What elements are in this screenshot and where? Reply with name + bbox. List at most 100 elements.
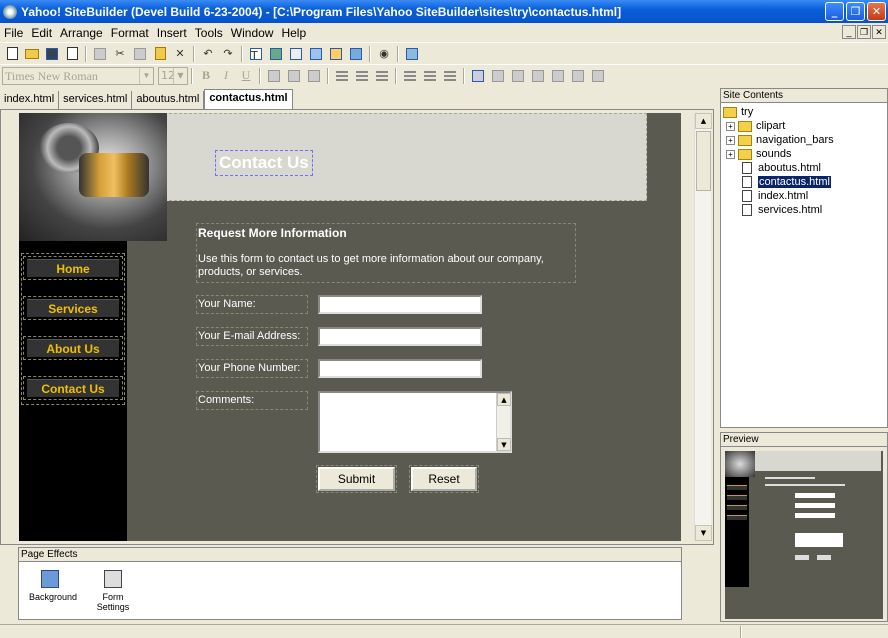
group-icon[interactable] <box>530 68 546 84</box>
nav-home-button[interactable]: Home <box>23 256 123 280</box>
tree-folder-sounds[interactable]: + sounds <box>726 147 791 161</box>
insert-media-icon[interactable] <box>348 46 364 62</box>
nav-services-button[interactable]: Services <box>23 296 123 320</box>
send-back-icon[interactable] <box>510 68 526 84</box>
align-top-icon[interactable] <box>402 68 418 84</box>
phone-input[interactable] <box>318 359 482 378</box>
page-header-title[interactable]: Contact Us <box>215 150 313 176</box>
email-input[interactable] <box>318 327 482 346</box>
preview-icon[interactable] <box>64 46 80 62</box>
submit-button[interactable]: Submit <box>318 467 395 491</box>
arrange-grid-icon[interactable] <box>470 68 486 84</box>
align-left-icon[interactable] <box>334 68 350 84</box>
insert-text-icon[interactable]: T <box>248 46 264 62</box>
expand-icon[interactable]: + <box>726 149 735 159</box>
tree-folder-navigation-bars[interactable]: + navigation_bars <box>726 133 834 147</box>
tree-folder-clipart[interactable]: + clipart <box>726 119 785 133</box>
menu-arrange[interactable]: Arrange <box>56 26 107 40</box>
insert-table-icon[interactable] <box>288 46 304 62</box>
undo-doc-icon[interactable] <box>92 46 108 62</box>
redo-icon[interactable]: ↷ <box>220 46 236 62</box>
doc-minimize-button[interactable]: _ <box>842 25 856 39</box>
editor-scrollbar[interactable]: ▲ ▼ <box>694 113 712 541</box>
minimize-button[interactable]: _ <box>825 2 844 21</box>
page-preview-thumbnail[interactable] <box>725 451 883 619</box>
insert-form-icon[interactable] <box>308 46 324 62</box>
reset-button[interactable]: Reset <box>411 467 477 491</box>
bold-button[interactable]: B <box>198 68 214 84</box>
scroll-up-icon[interactable]: ▲ <box>695 113 712 129</box>
insert-image-icon[interactable] <box>268 46 284 62</box>
comments-textarea[interactable]: ▲ ▼ <box>318 391 512 453</box>
font-size-select[interactable]: 12 ▼ <box>158 66 188 85</box>
tab-contactus[interactable]: contactus.html <box>204 89 293 109</box>
globe-publish-icon[interactable]: ◉ <box>376 46 392 62</box>
nav-aboutus-button[interactable]: About Us <box>23 336 123 360</box>
align-right-icon[interactable] <box>374 68 390 84</box>
upload-icon[interactable] <box>404 46 420 62</box>
tab-aboutus[interactable]: aboutus.html <box>132 91 205 109</box>
form-intro-block[interactable]: Request More Information Use this form t… <box>196 223 576 283</box>
lock-icon[interactable] <box>570 68 586 84</box>
scroll-thumb[interactable] <box>696 131 711 191</box>
open-folder-icon[interactable] <box>24 46 40 62</box>
menu-insert[interactable]: Insert <box>153 26 191 40</box>
insert-element-icon[interactable] <box>328 46 344 62</box>
menu-edit[interactable]: Edit <box>27 26 56 40</box>
expand-icon[interactable]: + <box>726 135 735 145</box>
tree-root-try[interactable]: try <box>723 105 753 119</box>
doc-restore-button[interactable]: ❐ <box>857 25 871 39</box>
chevron-down-icon[interactable]: ▼ <box>139 67 153 84</box>
menu-file[interactable]: File <box>0 26 27 40</box>
app-icon[interactable] <box>3 4 17 19</box>
align-center-icon[interactable] <box>354 68 370 84</box>
menu-format[interactable]: Format <box>107 26 153 40</box>
background-effect[interactable]: Background <box>29 570 77 602</box>
preview-input <box>795 493 835 498</box>
close-button[interactable]: ✕ <box>867 2 886 21</box>
ungroup-icon[interactable] <box>550 68 566 84</box>
editor-frame: Contact Us Home Services About Us Contac… <box>0 109 714 545</box>
fill-color-icon[interactable] <box>286 68 302 84</box>
chevron-down-icon[interactable]: ▼ <box>173 67 187 84</box>
menu-help[interactable]: Help <box>277 26 310 40</box>
bring-front-icon[interactable] <box>490 68 506 84</box>
align-middle-icon[interactable] <box>422 68 438 84</box>
tree-file-index[interactable]: index.html <box>742 189 808 203</box>
font-family-select[interactable]: Times New Roman ▼ <box>2 66 154 85</box>
underline-button[interactable]: U <box>238 68 254 84</box>
italic-button[interactable]: I <box>218 68 234 84</box>
scroll-down-icon[interactable]: ▼ <box>695 525 712 541</box>
tab-services[interactable]: services.html <box>59 91 133 109</box>
film-reel-image[interactable] <box>19 113 167 241</box>
undo-icon[interactable]: ↶ <box>200 46 216 62</box>
menu-tools[interactable]: Tools <box>191 26 227 40</box>
page-canvas[interactable]: Contact Us Home Services About Us Contac… <box>19 113 681 541</box>
textarea-scrollbar[interactable]: ▲ ▼ <box>496 393 511 451</box>
menu-window[interactable]: Window <box>227 26 278 40</box>
tree-file-services[interactable]: services.html <box>742 203 822 217</box>
form-settings-effect[interactable]: Form Settings <box>85 570 141 612</box>
preview-header: Preview <box>721 433 887 447</box>
align-bottom-icon[interactable] <box>442 68 458 84</box>
paste-icon[interactable] <box>152 46 168 62</box>
cut-icon[interactable]: ✂ <box>112 46 128 62</box>
tab-index[interactable]: index.html <box>0 91 60 109</box>
save-icon[interactable] <box>44 46 60 62</box>
nav-contactus-button[interactable]: Contact Us <box>23 376 123 400</box>
delete-icon[interactable]: ✕ <box>172 46 188 62</box>
toolbar-separator <box>241 45 243 62</box>
scroll-down-icon[interactable]: ▼ <box>497 438 511 451</box>
unlock-icon[interactable] <box>590 68 606 84</box>
name-input[interactable] <box>318 295 482 314</box>
text-color-icon[interactable] <box>266 68 282 84</box>
tree-file-aboutus[interactable]: aboutus.html <box>742 161 821 175</box>
expand-icon[interactable]: + <box>726 121 735 131</box>
tree-file-contactus[interactable]: contactus.html <box>742 175 831 189</box>
scroll-up-icon[interactable]: ▲ <box>497 393 511 406</box>
copy-icon[interactable] <box>132 46 148 62</box>
doc-close-button[interactable]: ✕ <box>872 25 886 39</box>
restore-button[interactable]: ❐ <box>846 2 865 21</box>
link-icon[interactable] <box>306 68 322 84</box>
new-page-icon[interactable] <box>4 46 20 62</box>
